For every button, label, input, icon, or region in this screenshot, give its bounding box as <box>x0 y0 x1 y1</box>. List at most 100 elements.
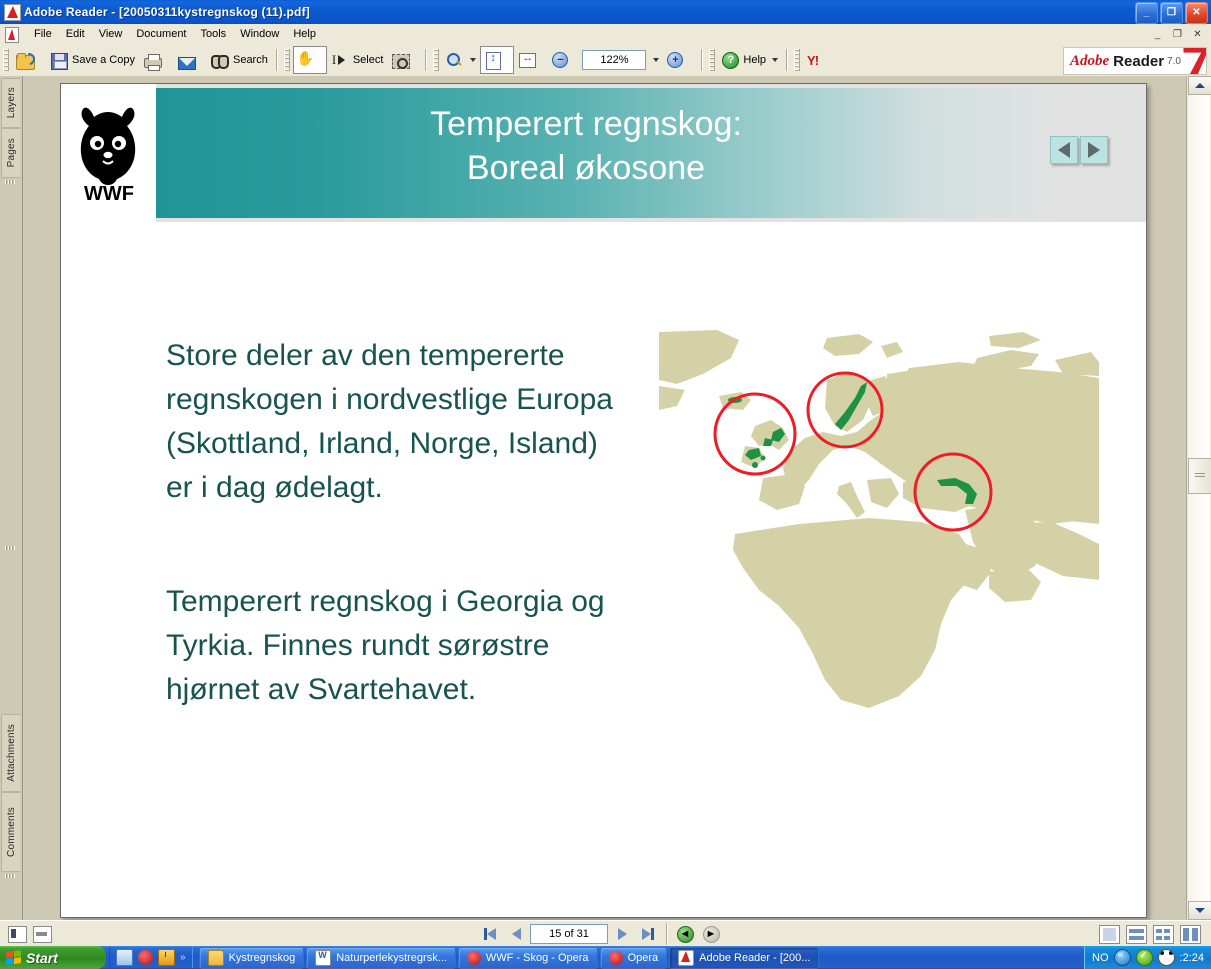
print-button[interactable] <box>139 46 173 74</box>
quick-launch-more-icon[interactable]: » <box>180 952 186 963</box>
next-page-button[interactable] <box>610 924 634 944</box>
mdi-minimize-button[interactable]: _ <box>1148 25 1167 43</box>
toolbar-separator-3 <box>701 49 703 71</box>
menu-tools[interactable]: Tools <box>194 26 234 42</box>
back-arrow-icon: ◄ <box>676 925 694 943</box>
search-button[interactable]: Search <box>207 46 272 74</box>
mdi-restore-button[interactable]: ❐ <box>1168 25 1187 43</box>
toolbar-grip-basic[interactable] <box>283 49 290 71</box>
toolbar-grip-file[interactable] <box>3 49 9 71</box>
snapshot-tool-button[interactable] <box>387 46 421 74</box>
yahoo-toolbar-button[interactable]: Y! <box>803 46 837 74</box>
scrollbar-track[interactable] <box>1188 94 1210 902</box>
start-button[interactable]: Start <box>0 946 106 969</box>
nav-grip-middle[interactable] <box>5 546 15 550</box>
fit-page-icon <box>484 51 502 70</box>
magnifier-icon <box>446 51 464 69</box>
nav-grip-comments[interactable] <box>5 874 15 878</box>
taskbar-item-naturperle[interactable]: Naturperlekystregrsk... <box>306 946 456 969</box>
toolbar-separator-2 <box>425 49 427 71</box>
toolbar-grip-zoom[interactable] <box>433 49 440 71</box>
toolbar-grip-yahoo[interactable] <box>794 49 801 71</box>
maximize-button[interactable]: ❐ <box>1160 2 1183 24</box>
slide-prev-button[interactable] <box>1050 136 1078 164</box>
page-number-input[interactable]: 15 of 31 <box>530 924 608 944</box>
menu-window[interactable]: Window <box>233 26 286 42</box>
chevron-up-icon <box>1195 83 1205 88</box>
close-button[interactable]: ✕ <box>1185 2 1208 24</box>
continuous-view-button[interactable] <box>1126 924 1147 944</box>
minimize-button[interactable]: _ <box>1135 2 1158 24</box>
menu-bar: File Edit View Document Tools Window Hel… <box>0 24 1211 45</box>
taskbar-item-adobe-reader[interactable]: Adobe Reader - [200... <box>669 946 820 969</box>
status-bar: 15 of 31 ◄ ► <box>0 920 1211 947</box>
arrow-left-icon <box>511 928 521 940</box>
scroll-down-button[interactable] <box>1188 901 1211 920</box>
scroll-up-button[interactable] <box>1188 76 1211 95</box>
taskbar-clock[interactable]: :2:24 <box>1180 952 1204 964</box>
nav-tab-attachments[interactable]: Attachments <box>1 714 20 792</box>
zoom-out-button[interactable]: − <box>548 46 582 74</box>
first-page-button[interactable] <box>478 924 502 944</box>
language-indicator[interactable]: NO <box>1092 952 1109 964</box>
help-button[interactable]: ? Help <box>718 46 782 74</box>
toggle-navigation-pane-button[interactable] <box>8 925 27 943</box>
hand-icon: ✋ <box>296 50 315 66</box>
start-label: Start <box>26 949 58 966</box>
slide-next-button[interactable] <box>1080 136 1108 164</box>
zoom-in-button[interactable]: + <box>663 46 697 74</box>
zoom-tool-button[interactable] <box>442 46 480 74</box>
antivirus-icon[interactable] <box>1135 949 1153 966</box>
hand-tool-button[interactable]: ✋ <box>292 46 327 74</box>
scrollbar-thumb[interactable] <box>1188 458 1211 494</box>
facing-view-button[interactable] <box>1180 924 1201 944</box>
fit-width-button[interactable] <box>514 46 548 74</box>
menu-help[interactable]: Help <box>286 26 323 42</box>
menu-view[interactable]: View <box>92 26 130 42</box>
menu-file[interactable]: File <box>27 26 59 42</box>
save-a-copy-button[interactable]: Save a Copy <box>46 46 139 74</box>
select-tool-button[interactable]: Select <box>327 46 388 74</box>
continuous-facing-view-button[interactable] <box>1153 924 1174 944</box>
nav-tab-layers[interactable]: Layers <box>1 78 20 128</box>
taskbar-item-opera[interactable]: Opera <box>599 946 668 969</box>
nav-grip-top[interactable] <box>5 180 15 184</box>
single-page-view-button[interactable] <box>1099 924 1120 944</box>
open-button[interactable] <box>12 46 46 74</box>
last-page-button[interactable] <box>636 924 660 944</box>
slide-header: WWF Temperert regnskog: Boreal økosone <box>61 84 1146 222</box>
zoom-dropdown-button[interactable] <box>646 50 664 70</box>
previous-page-button[interactable] <box>504 924 528 944</box>
slide-title-banner: Temperert regnskog: Boreal økosone <box>156 88 1146 218</box>
window-title: Adobe Reader - [20050311kystregnskog (11… <box>24 5 310 19</box>
show-desktop-icon[interactable] <box>116 949 133 966</box>
maximize-icon: ❐ <box>1167 7 1176 18</box>
wwf-panda-icon[interactable] <box>1157 949 1175 966</box>
help-label: Help <box>743 54 767 66</box>
menu-document[interactable]: Document <box>129 26 193 42</box>
title-bar: Adobe Reader - [20050311kystregnskog (11… <box>0 0 1211 24</box>
brand-version-text: 7.0 <box>1167 55 1181 67</box>
vertical-scrollbar[interactable] <box>1186 76 1211 920</box>
taskbar-item-wwf-skog-opera[interactable]: WWF - Skog - Opera <box>457 946 598 969</box>
nav-tab-layers-label: Layers <box>5 87 17 119</box>
email-button[interactable] <box>173 46 207 74</box>
clock-icon[interactable] <box>158 949 175 966</box>
opera-icon[interactable] <box>138 950 153 965</box>
previous-view-button[interactable]: ◄ <box>673 924 697 944</box>
system-tray: NO :2:24 <box>1084 946 1211 969</box>
menu-edit[interactable]: Edit <box>59 26 92 42</box>
next-view-button[interactable]: ► <box>699 924 723 944</box>
mdi-close-button[interactable]: ✕ <box>1188 25 1207 43</box>
nav-tab-comments[interactable]: Comments <box>1 792 20 872</box>
network-icon[interactable] <box>1113 949 1131 966</box>
close-icon: ✕ <box>1192 7 1201 18</box>
nav-tab-pages[interactable]: Pages <box>1 128 20 178</box>
zoom-level-input[interactable]: 122% <box>582 50 647 70</box>
toggle-toolbar-button[interactable] <box>33 925 52 943</box>
camera-snapshot-icon <box>391 51 411 69</box>
taskbar-item-kystregnskog[interactable]: Kystregnskog <box>198 946 305 969</box>
toolbar-grip-help[interactable] <box>709 49 716 71</box>
fit-page-button[interactable] <box>480 46 515 74</box>
document-viewport[interactable]: WWF Temperert regnskog: Boreal økosone S… <box>23 76 1187 920</box>
